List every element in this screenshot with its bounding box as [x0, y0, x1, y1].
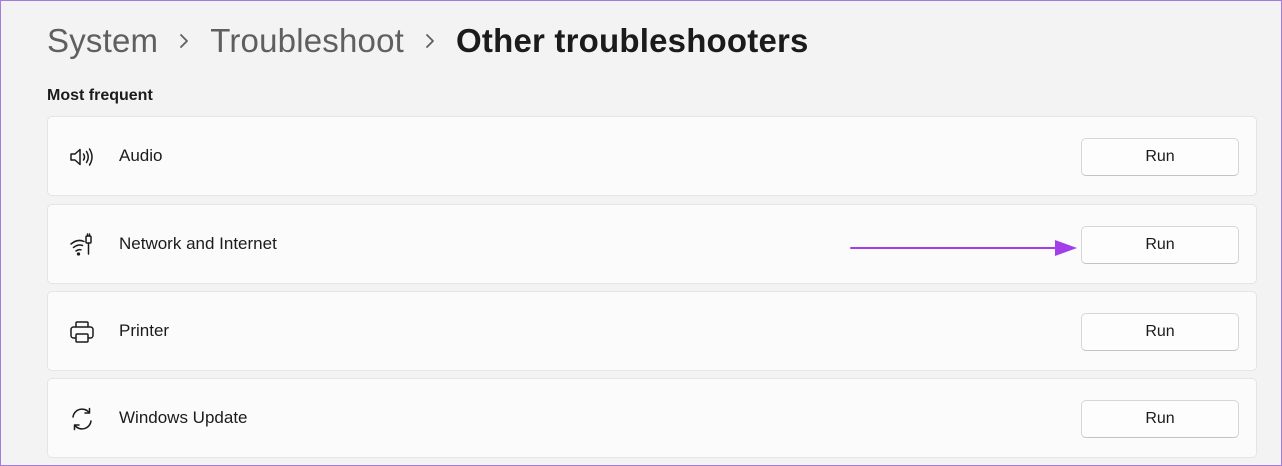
troubleshooter-row-printer: Printer Run — [47, 291, 1257, 371]
breadcrumb-troubleshoot[interactable]: Troubleshoot — [210, 22, 404, 60]
annotation-arrow-icon — [850, 240, 1077, 256]
settings-window: System Troubleshoot Other troubleshooter… — [0, 0, 1282, 466]
printer-icon — [68, 318, 96, 346]
network-icon — [68, 231, 96, 259]
chevron-right-icon — [404, 32, 456, 50]
troubleshooter-label: Network and Internet — [119, 234, 277, 253]
troubleshooter-label: Printer — [119, 321, 170, 340]
troubleshooter-row-windows-update: Windows Update Run — [47, 378, 1257, 458]
sync-icon — [68, 405, 96, 433]
chevron-right-icon — [158, 32, 210, 50]
run-button-printer[interactable]: Run — [1081, 313, 1239, 351]
run-button-windows-update[interactable]: Run — [1081, 400, 1239, 438]
run-button-audio[interactable]: Run — [1081, 138, 1239, 176]
breadcrumb: System Troubleshoot Other troubleshooter… — [47, 19, 809, 63]
breadcrumb-system[interactable]: System — [47, 22, 158, 60]
section-title-most-frequent: Most frequent — [47, 87, 153, 104]
speaker-icon — [68, 143, 96, 171]
troubleshooter-row-audio: Audio Run — [47, 116, 1257, 196]
troubleshooter-label: Windows Update — [119, 408, 248, 427]
troubleshooter-label: Audio — [119, 146, 163, 165]
run-button-network[interactable]: Run — [1081, 226, 1239, 264]
page-title: Other troubleshooters — [456, 22, 809, 59]
